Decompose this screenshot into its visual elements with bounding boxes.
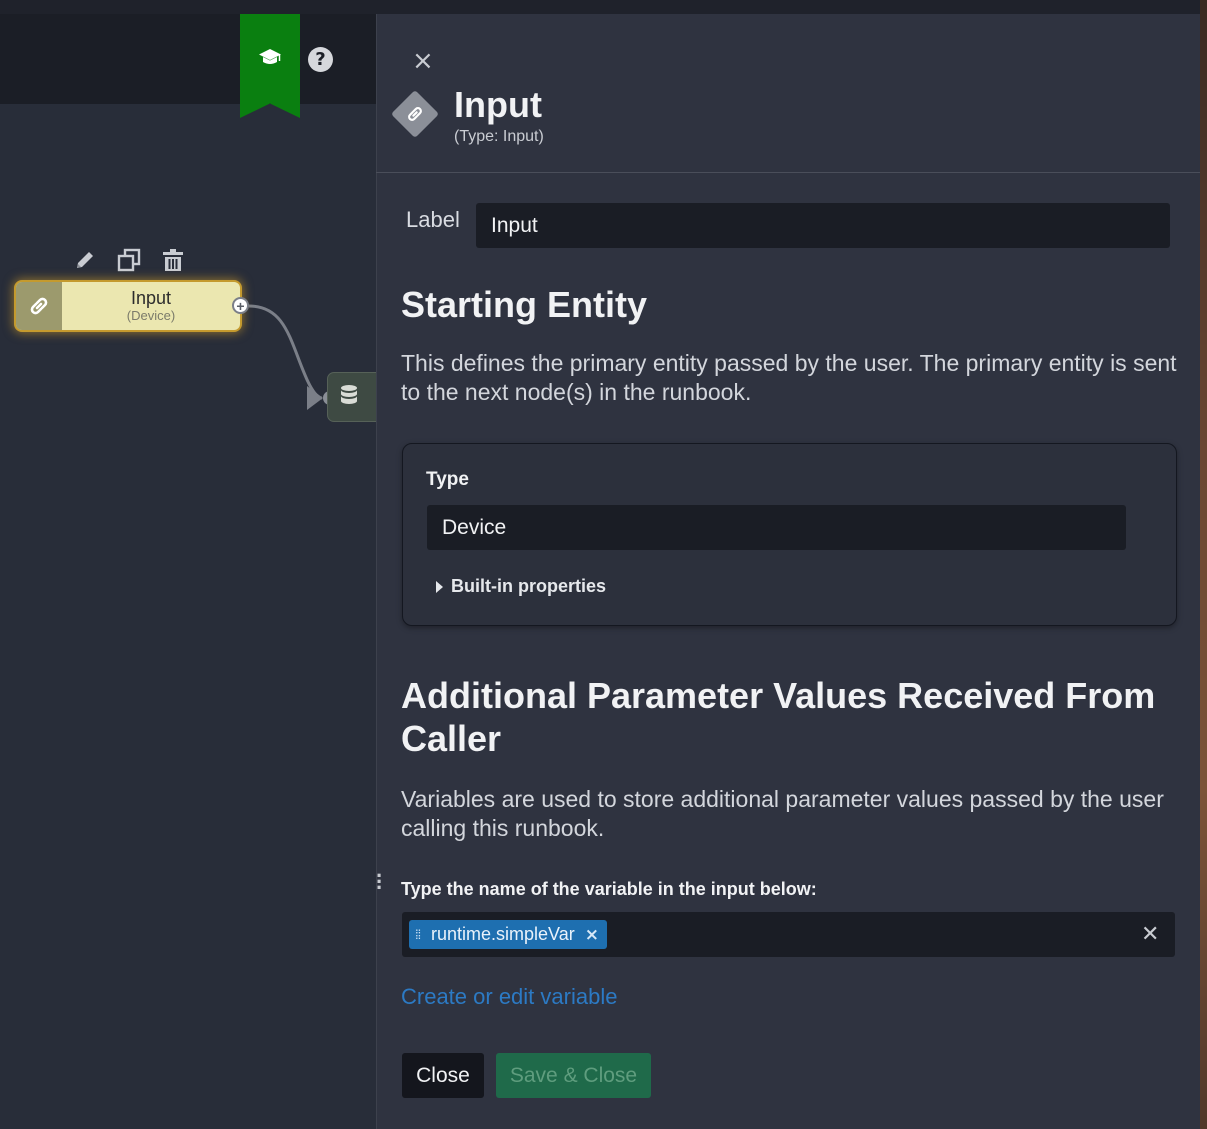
type-label: Type (426, 469, 469, 490)
node-title: Input (130, 288, 172, 308)
label-caption: Label (406, 207, 460, 232)
add-connection-button[interactable]: + (232, 297, 249, 314)
additional-params-heading: Additional Parameter Values Received Fro… (401, 675, 1156, 759)
builtin-properties-label: Built-in properties (451, 576, 607, 596)
variable-chip[interactable]: ⁞⁞ runtime.simpleVar × (409, 920, 607, 949)
link-icon (16, 282, 62, 330)
starting-entity-heading: Starting Entity (401, 284, 648, 325)
panel-title: Input (454, 84, 542, 125)
input-node[interactable]: Input (Device) (16, 282, 240, 330)
drag-handle-icon[interactable]: ⁞⁞ (415, 928, 425, 941)
clear-variables-icon[interactable]: ✕ (1141, 922, 1159, 947)
edge-connector (248, 304, 337, 410)
create-edit-variable-link[interactable]: Create or edit variable (401, 984, 617, 1010)
node-subtitle: (Device) (126, 308, 176, 323)
panel-subtitle: (Type: Input) (454, 128, 544, 145)
type-select[interactable]: Device (427, 505, 1126, 550)
additional-params-description: Variables are used to store additional p… (401, 786, 1164, 841)
variable-chip-label: runtime.simpleVar (431, 924, 575, 944)
starting-entity-description: This defines the primary entity passed b… (401, 350, 1177, 405)
chip-remove-icon[interactable]: × (585, 925, 599, 945)
database-icon (340, 384, 358, 411)
save-close-button[interactable]: Save & Close (496, 1053, 651, 1098)
variable-instruction: Type the name of the variable in the inp… (401, 879, 817, 899)
close-button[interactable]: Close (402, 1053, 484, 1098)
builtin-properties-toggle[interactable]: Built-in properties (436, 576, 606, 597)
header-divider (376, 172, 1200, 173)
caret-right-icon (436, 580, 443, 593)
window-edge (1200, 0, 1207, 1129)
label-input[interactable]: Input (476, 203, 1170, 248)
close-icon[interactable]: × (412, 48, 434, 74)
resize-handle[interactable]: · · · (376, 865, 383, 899)
